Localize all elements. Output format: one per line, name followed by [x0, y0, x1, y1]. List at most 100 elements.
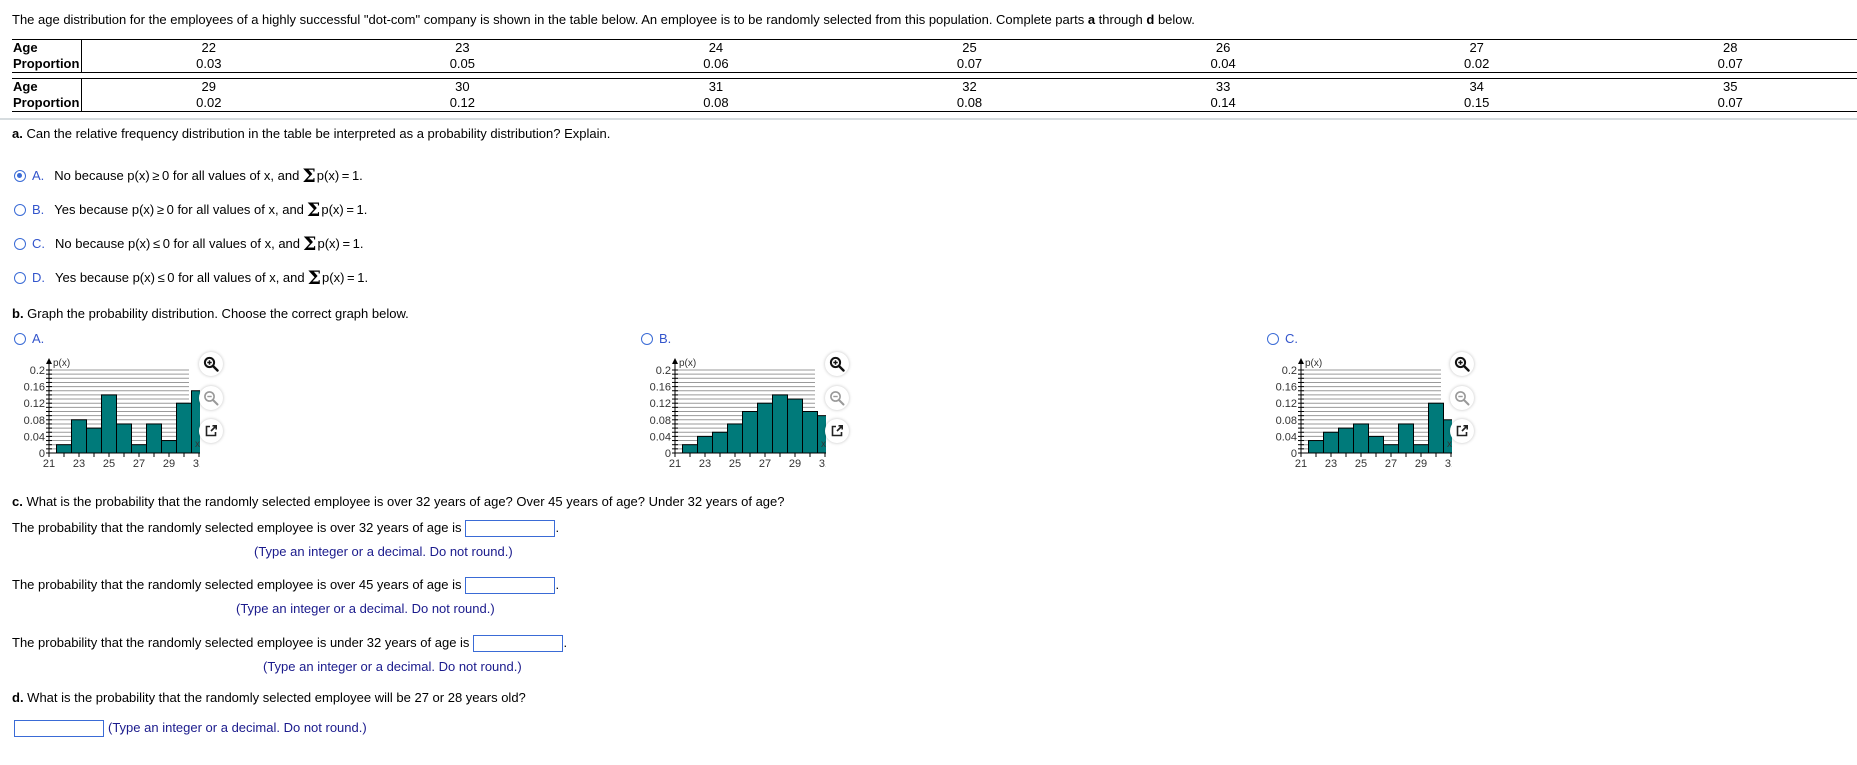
x-tick-label: 25: [1355, 458, 1367, 470]
proportion-cell: 0.07: [1717, 95, 1743, 110]
zoom-out-icon: [830, 391, 845, 406]
part-a-option-a[interactable]: A. No because p(x) ≥ 0 for all values of…: [14, 164, 363, 187]
zoom-in-icon: [829, 356, 845, 372]
y-tick-label: 0.04: [650, 431, 671, 443]
bar: [772, 394, 788, 454]
bar: [101, 394, 117, 454]
bar: [1338, 427, 1354, 454]
option-text: Yes because p(x) ≥ 0 for all values of x…: [54, 202, 304, 217]
open-new-window-button[interactable]: [1450, 419, 1474, 443]
over-45-input[interactable]: [465, 577, 556, 595]
part-c-label: c.: [12, 494, 23, 509]
bar: [757, 402, 773, 454]
age-row: Age 22 23 24 25 26 27 28: [12, 40, 1857, 56]
option-text-end: p(x) = 1.: [322, 270, 369, 285]
bar: [161, 440, 177, 454]
external-link-icon: [1456, 425, 1468, 437]
part-d-label: d.: [12, 690, 24, 705]
zoom-out-button[interactable]: [825, 386, 849, 410]
proportion-cell: 0.07: [956, 56, 983, 71]
external-link-icon: [831, 425, 843, 437]
bar: [1383, 444, 1399, 454]
sigma-symbol: Σ: [303, 232, 317, 255]
answer-line-over-32: The probability that the randomly select…: [12, 520, 559, 538]
age-cell: 24: [708, 40, 724, 55]
row-label-age: Age: [12, 79, 82, 95]
age-27-or-28-input[interactable]: [14, 720, 104, 738]
y-tick-label: 0.08: [24, 415, 45, 427]
answer-prompt: The probability that the randomly select…: [12, 635, 470, 650]
open-new-window-button[interactable]: [825, 419, 849, 443]
part-c-text: What is the probability that the randoml…: [22, 494, 785, 509]
under-32-input[interactable]: [473, 635, 564, 653]
period: .: [563, 635, 568, 650]
answer-line-over-45: The probability that the randomly select…: [12, 577, 559, 595]
age-cell: 25: [962, 40, 977, 55]
radio-button[interactable]: [14, 332, 26, 345]
zoom-in-icon: [203, 356, 219, 372]
radio-button[interactable]: [14, 271, 26, 284]
sigma-symbol: Σ: [307, 266, 322, 289]
graph-option-c[interactable]: C.: [1267, 331, 1298, 346]
part-a-option-c[interactable]: C. No because p(x) ≤ 0 for all values of…: [14, 232, 364, 255]
x-tick-label: 23: [1325, 458, 1337, 470]
intro-post: below.: [1154, 12, 1195, 27]
option-letter: A.: [32, 168, 45, 183]
y-tick-label: 0.08: [650, 415, 671, 427]
radio-button[interactable]: [641, 332, 653, 345]
sigma-symbol: Σ: [302, 164, 316, 187]
radio-button[interactable]: [14, 237, 26, 250]
proportion-cell: 0.07: [1717, 56, 1743, 71]
format-hint: (Type an integer or a decimal. Do not ro…: [254, 544, 513, 559]
y-tick-label: 0.2: [1282, 365, 1297, 377]
option-text: No because p(x) ≤ 0 for all values of x,…: [55, 236, 301, 251]
proportion-cell: 0.06: [703, 56, 729, 71]
x-tick-label: 25: [729, 458, 741, 470]
over-32-input[interactable]: [465, 520, 556, 538]
radio-button[interactable]: [1267, 332, 1279, 345]
part-b-label: b.: [12, 306, 24, 321]
zoom-out-button[interactable]: [199, 386, 223, 410]
zoom-out-button[interactable]: [1450, 386, 1474, 410]
x-tick-label: 23: [699, 458, 711, 470]
x-tick-label: 21: [43, 458, 55, 470]
proportion-row: Proportion 0.03 0.05 0.06 0.07 0.04 0.02…: [12, 56, 1857, 72]
bar: [176, 402, 192, 454]
external-link-icon: [205, 425, 217, 437]
age-cell: 23: [455, 40, 470, 55]
format-hint: (Type an integer or a decimal. Do not ro…: [108, 720, 367, 735]
age-cell: 34: [1469, 79, 1484, 94]
zoom-in-button[interactable]: [1450, 352, 1474, 376]
open-new-window-button[interactable]: [199, 419, 223, 443]
radio-button[interactable]: [14, 203, 26, 216]
x-tick-label: 29: [789, 458, 801, 470]
x-tick-label: 21: [669, 458, 681, 470]
y-axis-arrow: [1298, 358, 1304, 364]
zoom-in-button[interactable]: [199, 352, 223, 376]
option-letter: C.: [32, 236, 45, 251]
part-a-option-b[interactable]: B. Yes because p(x) ≥ 0 for all values o…: [14, 200, 367, 219]
part-d-text: What is the probability that the randoml…: [23, 690, 526, 705]
graph-option-a[interactable]: A.: [14, 331, 44, 346]
part-c-question: c. What is the probability that the rand…: [12, 494, 785, 509]
proportion-cell: 0.04: [1210, 56, 1236, 71]
graph-option-b[interactable]: B.: [641, 331, 671, 346]
radio-button-selected[interactable]: [14, 169, 26, 182]
proportion-cell: 0.08: [956, 95, 983, 110]
answer-prompt: The probability that the randomly select…: [12, 577, 462, 592]
graph-b-chart: 00.040.080.120.160.22123252729313335p(x)…: [650, 358, 826, 470]
section-divider: [0, 118, 1857, 120]
x-tick-label: 29: [1415, 458, 1427, 470]
zoom-in-button[interactable]: [825, 352, 849, 376]
part-a-label: a.: [12, 126, 23, 141]
y-axis-arrow: [46, 358, 52, 364]
bar: [1428, 402, 1444, 454]
x-tick-label: 31: [819, 458, 826, 470]
age-cell: 26: [1215, 40, 1231, 55]
zoom-out-icon: [204, 391, 219, 406]
part-a-option-d[interactable]: D. Yes because p(x) ≤ 0 for all values o…: [14, 266, 369, 289]
x-axis-label: x: [1447, 439, 1452, 450]
option-letter: C.: [1285, 331, 1298, 346]
x-tick-label: 27: [133, 458, 145, 470]
part-a-question: a. Can the relative frequency distributi…: [12, 126, 610, 141]
